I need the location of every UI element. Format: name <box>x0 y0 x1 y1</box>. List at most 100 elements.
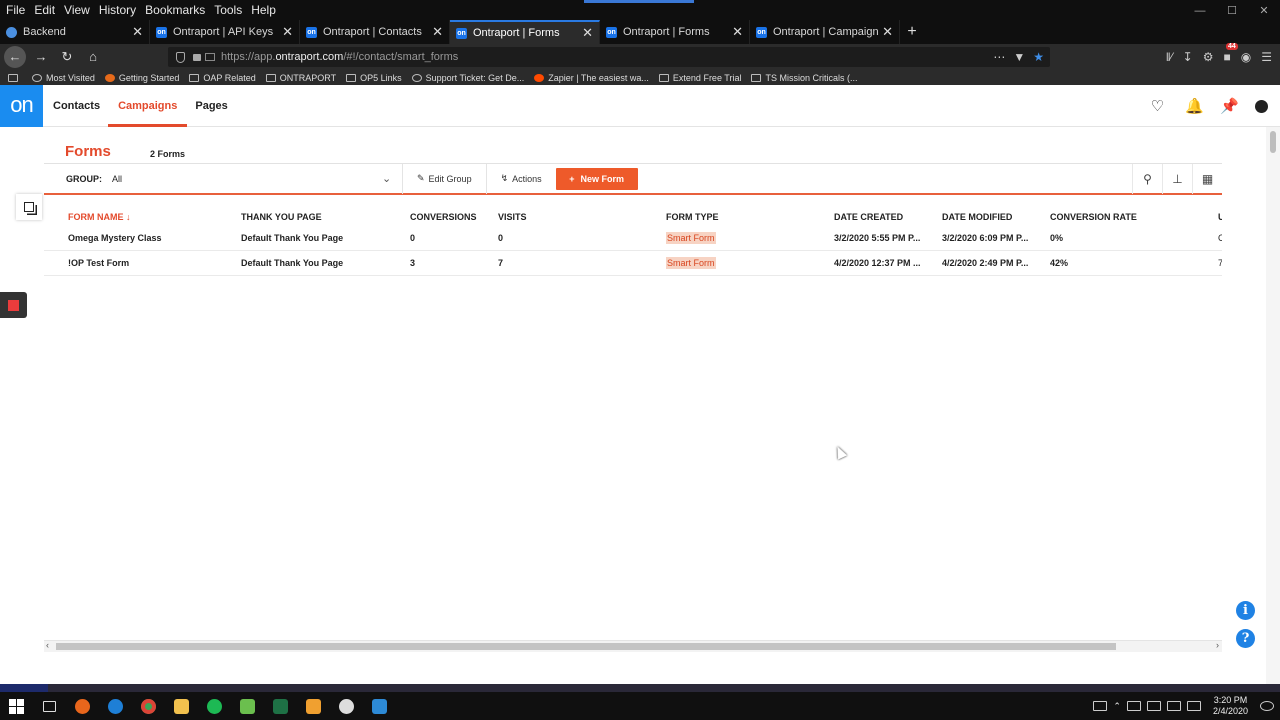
battery-icon[interactable] <box>1126 701 1141 711</box>
pocket-icon[interactable]: ▼ <box>1013 50 1025 64</box>
ontraport-logo[interactable]: on <box>0 85 43 127</box>
new-tab-icon[interactable]: + <box>900 20 924 44</box>
forward-icon[interactable]: → <box>30 46 52 68</box>
close-tab-icon[interactable]: ✕ <box>282 24 293 40</box>
bookmark-zapier[interactable]: Zapier | The easiest wa... <box>534 73 649 83</box>
scroll-left-icon[interactable]: ‹ <box>46 640 49 650</box>
columns-icon[interactable]: ▦ <box>1192 164 1222 194</box>
chevron-down-icon[interactable]: ⌄ <box>382 172 396 185</box>
task-view-icon[interactable] <box>33 692 66 720</box>
permissions-icon[interactable] <box>205 53 215 61</box>
table-row[interactable]: Omega Mystery Class Default Thank You Pa… <box>44 226 1222 251</box>
menu-help[interactable]: Help <box>251 3 276 17</box>
keyboard-icon[interactable] <box>1186 701 1201 711</box>
edit-group-button[interactable]: ✎ Edit Group <box>409 173 480 184</box>
scroll-thumb[interactable] <box>1270 131 1276 153</box>
close-window-icon[interactable]: ✕ <box>1248 0 1280 20</box>
spotify-icon[interactable] <box>198 692 231 720</box>
table-row[interactable]: !OP Test Form Default Thank You Page 3 7… <box>44 251 1222 276</box>
horizontal-scrollbar[interactable]: ‹ › <box>44 640 1222 652</box>
page-actions-icon[interactable]: ⋯ <box>993 50 1005 64</box>
vertical-scrollbar[interactable] <box>1266 127 1280 684</box>
actions-button[interactable]: ↯ Actions <box>493 173 550 184</box>
windows-start-icon[interactable] <box>0 692 33 720</box>
system-clock[interactable]: 3:20 PM 2/4/2020 <box>1213 695 1248 717</box>
reload-icon[interactable]: ↻ <box>56 46 78 68</box>
extension-icon[interactable]: ⚙ <box>1203 50 1214 64</box>
edge-icon[interactable] <box>99 692 132 720</box>
close-tab-icon[interactable]: ✕ <box>432 24 443 40</box>
new-form-button[interactable]: + New Form <box>555 167 638 190</box>
bookmark-support-ticket[interactable]: Support Ticket: Get De... <box>411 73 524 83</box>
menu-history[interactable]: History <box>99 3 136 17</box>
pin-icon[interactable]: 📌 <box>1220 97 1239 115</box>
bell-icon[interactable]: 🔔 <box>1185 97 1204 115</box>
volume-icon[interactable] <box>1166 701 1181 711</box>
group-select[interactable]: All <box>112 174 382 184</box>
pin-icon[interactable]: ⊥ <box>1162 164 1192 194</box>
lock-icon[interactable] <box>193 53 201 61</box>
copy-icon[interactable] <box>16 194 42 220</box>
app-badge-icon[interactable] <box>330 692 363 720</box>
home-icon[interactable]: ⌂ <box>82 46 104 68</box>
menu-file[interactable]: File <box>6 3 25 17</box>
menu-bookmarks[interactable]: Bookmarks <box>145 3 205 17</box>
form-name-cell[interactable]: Omega Mystery Class <box>68 226 162 251</box>
tray-person-icon[interactable] <box>1093 701 1108 711</box>
bookmark-op5-links[interactable]: OP5 Links <box>346 73 402 83</box>
back-icon[interactable]: ← <box>4 46 26 68</box>
user-account-icon[interactable] <box>1255 99 1268 113</box>
bookmark-ontraport[interactable]: ONTRAPORT <box>265 73 336 83</box>
bookmark-most-visited[interactable]: Most Visited <box>32 73 95 83</box>
record-stop-icon[interactable] <box>0 292 27 318</box>
bookmark-extend-free-trial[interactable]: Extend Free Trial <box>658 73 741 83</box>
maximize-icon[interactable]: ☐ <box>1216 0 1248 20</box>
help-icon[interactable]: ? <box>1236 629 1255 648</box>
extension-badge-icon[interactable]: ■ 44 <box>1224 43 1238 64</box>
excel-icon[interactable] <box>264 692 297 720</box>
notepad-icon[interactable] <box>231 692 264 720</box>
browser-tab-forms[interactable]: on Ontraport | Forms ✕ <box>600 20 750 44</box>
address-bar[interactable]: https://app. ontraport.com/#!/contact/sma… <box>168 47 1050 67</box>
bookmark-getting-started[interactable]: Getting Started <box>104 73 179 83</box>
scroll-right-icon[interactable]: › <box>1216 640 1219 650</box>
search-icon[interactable]: ⚲ <box>1132 164 1162 194</box>
menu-tools[interactable]: Tools <box>214 3 242 17</box>
nav-pages[interactable]: Pages <box>195 85 227 127</box>
form-name-cell[interactable]: !OP Test Form <box>68 251 129 276</box>
close-tab-icon[interactable]: ✕ <box>582 25 593 41</box>
chevron-up-icon[interactable]: ⌃ <box>1113 701 1121 712</box>
scroll-thumb[interactable] <box>56 643 1116 650</box>
download-icon[interactable]: ↧ <box>1183 50 1193 64</box>
nav-contacts[interactable]: Contacts <box>53 85 100 127</box>
browser-tab-contacts[interactable]: on Ontraport | Contacts ✕ <box>300 20 450 44</box>
close-tab-icon[interactable]: ✕ <box>132 24 143 40</box>
browser-tab-campaigns[interactable]: on Ontraport | Campaigns ✕ <box>750 20 900 44</box>
hamburger-menu-icon[interactable]: ☰ <box>1261 50 1272 64</box>
close-tab-icon[interactable]: ✕ <box>882 24 893 40</box>
account-icon[interactable]: ◉ <box>1241 50 1251 64</box>
bookmark-star-icon[interactable]: ★ <box>1033 50 1044 64</box>
pen-icon[interactable] <box>1260 701 1274 711</box>
minimize-icon[interactable]: — <box>1184 0 1216 20</box>
browser-tab-api-keys[interactable]: on Ontraport | API Keys ✕ <box>150 20 300 44</box>
app-s-icon[interactable] <box>363 692 396 720</box>
nav-campaigns[interactable]: Campaigns <box>108 85 188 127</box>
menu-view[interactable]: View <box>64 3 90 17</box>
close-tab-icon[interactable]: ✕ <box>732 24 743 40</box>
firefox-icon[interactable] <box>66 692 99 720</box>
sidebar-toggle-icon[interactable] <box>8 73 22 82</box>
library-icon[interactable]: ‖⁄ <box>1166 50 1173 64</box>
browser-tab-forms-active[interactable]: on Ontraport | Forms ✕ <box>450 20 600 44</box>
app-orange-icon[interactable] <box>297 692 330 720</box>
bookmark-oap-related[interactable]: OAP Related <box>189 73 256 83</box>
shield-icon[interactable] <box>176 51 185 63</box>
file-explorer-icon[interactable] <box>165 692 198 720</box>
menu-edit[interactable]: Edit <box>34 3 55 17</box>
browser-tab-backend[interactable]: Backend ✕ <box>0 20 150 44</box>
heart-icon[interactable]: ♡ <box>1150 97 1165 115</box>
bookmark-ts-mission-criticals[interactable]: TS Mission Criticals (... <box>751 73 857 83</box>
network-icon[interactable] <box>1146 701 1161 711</box>
info-icon[interactable]: i <box>1236 601 1255 620</box>
chrome-icon[interactable] <box>132 692 165 720</box>
